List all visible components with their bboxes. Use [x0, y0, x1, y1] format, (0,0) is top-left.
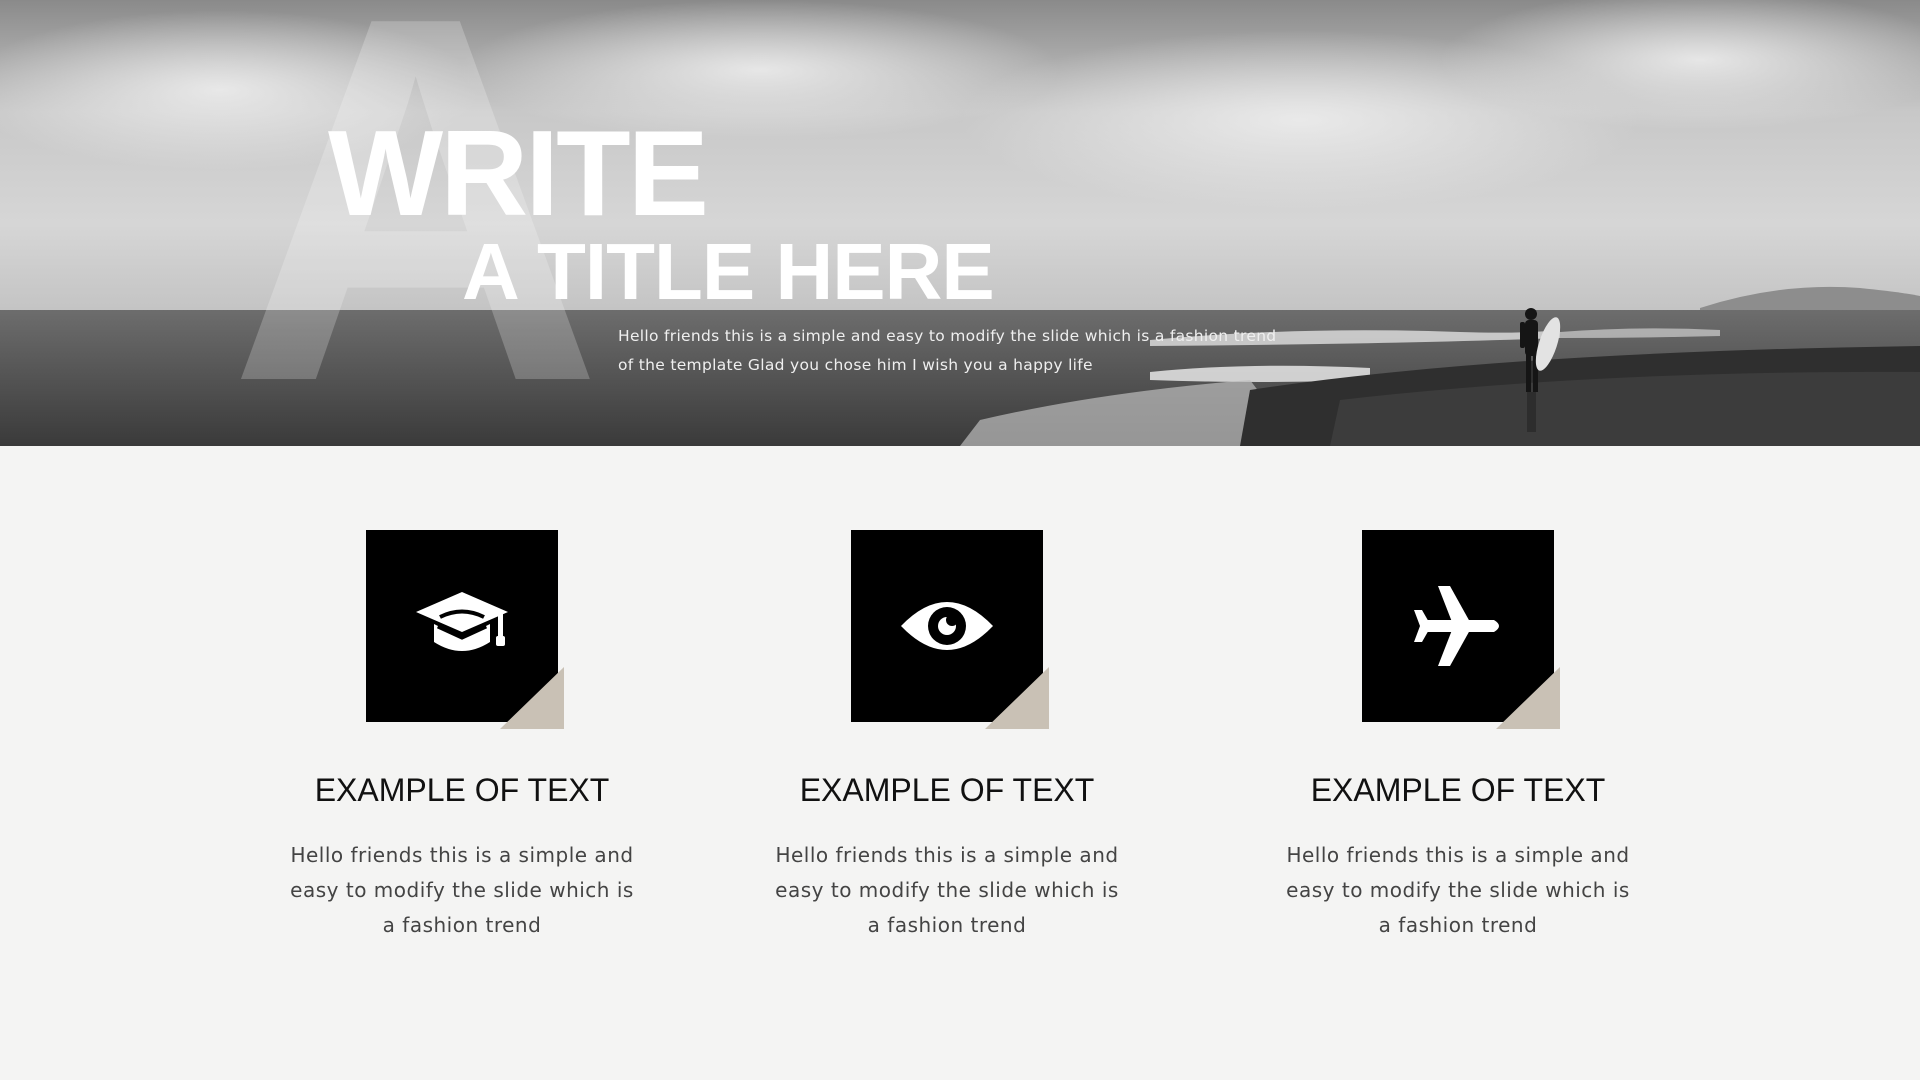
feature-description: Hello friends this is a simple and easy …	[775, 843, 1119, 937]
hero-title-line2: A TITLE HERE	[462, 227, 995, 316]
feature-title: EXAMPLE OF TEXT	[1310, 772, 1606, 808]
hero-description: Hello friends this is a simple and easy …	[618, 327, 1277, 374]
eye-icon	[901, 602, 993, 650]
feature-title: EXAMPLE OF TEXT	[314, 772, 610, 808]
feature-description: Hello friends this is a simple and easy …	[290, 843, 634, 937]
hero-banner: A WRITE A TITLE HERE Hello friends this …	[0, 0, 1920, 446]
feature-icon-box	[1362, 530, 1562, 730]
folded-corner	[1496, 667, 1560, 729]
feature-description: Hello friends this is a simple and easy …	[1286, 843, 1630, 937]
folded-corner	[985, 667, 1049, 729]
graduation-cap-icon	[416, 592, 508, 651]
feature-icon-box	[366, 530, 566, 730]
folded-corner	[500, 667, 564, 729]
airplane-icon	[1414, 586, 1499, 666]
feature-title: EXAMPLE OF TEXT	[799, 772, 1095, 808]
feature-icon-box	[851, 530, 1051, 730]
hero-title-line1: WRITE	[328, 105, 709, 241]
